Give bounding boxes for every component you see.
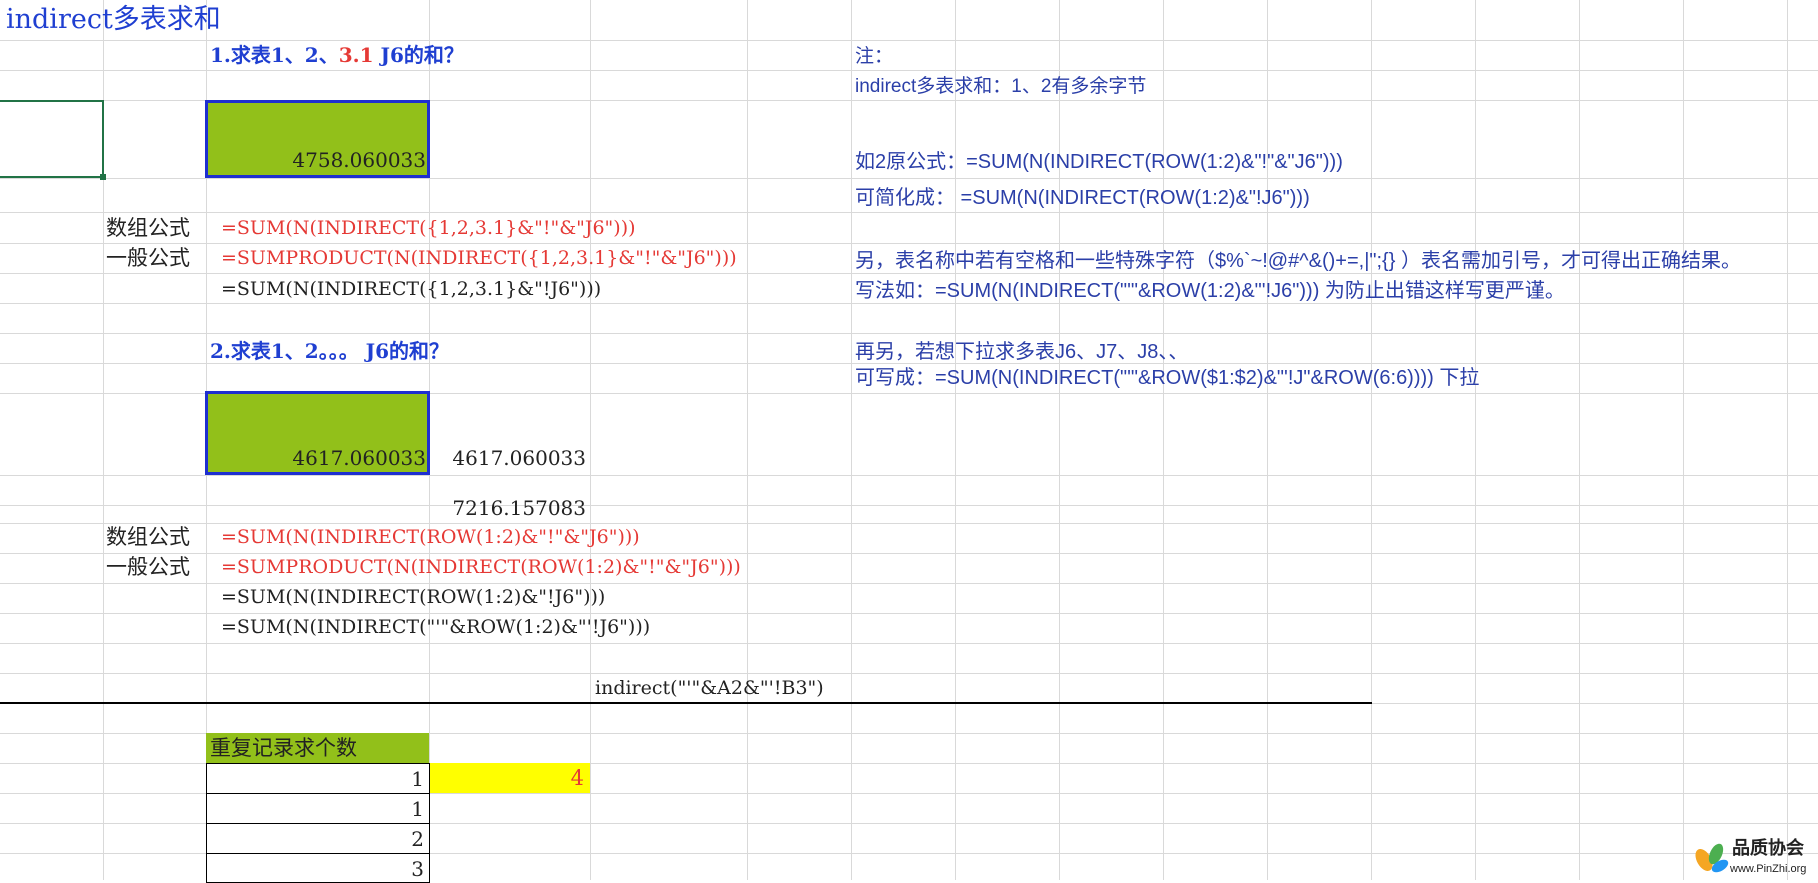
section1-label-array: 数组公式 [106,216,190,240]
grid-row-line [0,303,1818,304]
note-8: 可写成：=SUM(N(INDIRECT("'"&ROW($1:$2)&"'!J"… [855,367,1480,389]
grid-row-line [0,178,1818,179]
section2-label-array: 数组公式 [106,525,190,549]
dup-value: 1 [411,797,424,821]
logo-url: www.PinZhi.org [1730,863,1807,875]
grid-col-line [1059,0,1060,880]
grid-row-line [0,523,1818,524]
indirect-example: indirect("'"&A2&"'!B3") [595,677,824,699]
note-6: 写法如：=SUM(N(INDIRECT("'"&ROW(1:2)&"'!J6")… [855,280,1565,302]
table-row[interactable] [206,763,430,794]
note-7: 再另，若想下拉求多表J6、J7、J8、、 [855,341,1189,363]
section2-side-value2: 7216.157083 [452,496,586,520]
grid-col-line [955,0,956,880]
fill-handle[interactable] [100,174,106,180]
dup-count-cell[interactable] [430,763,590,793]
note-2: indirect多表求和：1、2有多余字节 [855,76,1147,97]
grid-row-line [0,243,1818,244]
section1-heading: 1.求表1、2、3.1 J6的和？ [210,45,464,65]
logo-name: 品质协会 [1732,838,1804,859]
dup-count: 4 [570,766,584,790]
section2-formula4: =SUM(N(INDIRECT("'"&ROW(1:2)&"'!J6"))) [221,616,651,638]
grid-row-line [0,505,1818,506]
grid-row-line [0,613,1818,614]
grid-col-line [1475,0,1476,880]
grid-row-line [0,583,1818,584]
grid-row-line [0,40,1818,41]
grid-col-line [1579,0,1580,880]
dup-header: 重复记录求个数 [210,736,357,760]
note-5: 另，表名称中若有空格和一些特殊字符（$%`~!@#^&()+=,|";{} ）表… [855,250,1741,272]
grid-row-line [0,273,1818,274]
section2-label-general: 一般公式 [106,555,190,579]
section1-label-general: 一般公式 [106,246,190,270]
selected-cell[interactable] [0,100,104,178]
section1-result: 4758.060033 [292,148,426,172]
grid-row-line [0,475,1818,476]
note-3: 如2原公式：=SUM(N(INDIRECT(ROW(1:2)&"!"&"J6")… [855,151,1343,173]
section2-formula3: =SUM(N(INDIRECT(ROW(1:2)&"!J6"))) [221,586,606,608]
section1-formula3: =SUM(N(INDIRECT({1,2,3.1}&"!J6"))) [221,278,602,300]
table-row[interactable] [206,853,430,883]
note-1: 注： [855,46,894,67]
table-row[interactable] [206,793,430,824]
section2-formula1: =SUM(N(INDIRECT(ROW(1:2)&"!"&"J6"))) [221,526,640,548]
grid-col-line [590,0,591,880]
section1-formula2: =SUMPRODUCT(N(INDIRECT({1,2,3.1}&"!"&"J6… [221,247,737,269]
pinzhi-logo: 品质协会 www.PinZhi.org [1692,836,1818,880]
grid-col-line [747,0,748,880]
section1-heading-c: J6的和？ [373,43,464,67]
section2-side-value: 4617.060033 [452,446,586,470]
grid-row-line [0,363,1818,364]
dup-value: 2 [411,827,424,851]
grid-row-line [0,212,1818,213]
grid-col-line [1371,0,1372,880]
section1-heading-a: 1.求表1、2、 [210,43,339,67]
section2-result: 4617.060033 [292,446,426,470]
grid-row-line [0,70,1818,71]
grid-col-line [1683,0,1684,880]
section2-heading: 2.求表1、2。。。 J6的和？ [210,339,450,363]
dup-value: 1 [411,767,424,791]
grid-row-line [0,643,1818,644]
grid-col-line [1163,0,1164,880]
section1-formula1: =SUM(N(INDIRECT({1,2,3.1}&"!"&"J6"))) [221,217,636,239]
grid-row-line [0,553,1818,554]
section1-heading-b: 3.1 [338,43,374,67]
grid-row-line [0,673,1818,674]
grid-row-line [0,333,1818,334]
note-4: 可简化成： =SUM(N(INDIRECT(ROW(1:2)&"!J6"))) [855,187,1310,209]
sheet-title: indirect多表求和 [6,4,221,35]
grid-col-line [851,0,852,880]
section2-formula2: =SUMPRODUCT(N(INDIRECT(ROW(1:2)&"!"&"J6"… [221,556,741,578]
leaf-icon [1695,843,1729,873]
table-row[interactable] [206,823,430,854]
grid-col-line [1787,0,1788,880]
grid-col-line [1267,0,1268,880]
dup-value: 3 [411,857,424,881]
separator-line [0,702,1372,704]
